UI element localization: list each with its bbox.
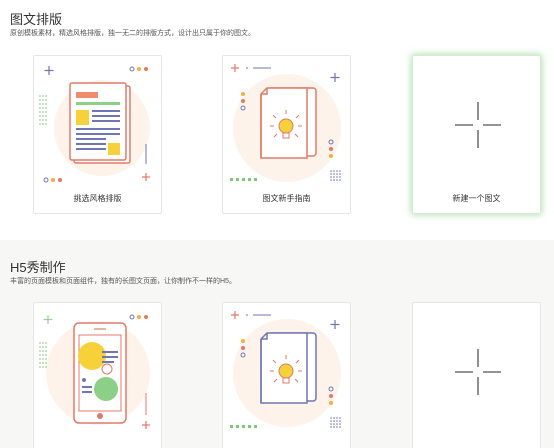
- guide-book-icon: [230, 64, 341, 182]
- beginner-guide-card[interactable]: 图文新手指南: [222, 55, 351, 214]
- plus-icon: [455, 349, 501, 395]
- new-h5-card[interactable]: [412, 302, 541, 448]
- phone-layout-icon: [39, 314, 150, 429]
- section-title: 图文排版: [10, 12, 63, 27]
- plus-icon: [455, 102, 501, 148]
- guide-book-icon: [230, 311, 341, 428]
- article-layout-icon: [39, 66, 150, 183]
- section-subtitle: 丰富的页面模板和页面组件，独有的长图文页面，让你制作不一样的H5。: [10, 278, 236, 285]
- choose-style-layout-card[interactable]: 挑选风格排版: [33, 55, 162, 214]
- h5-section: H5秀制作 丰富的页面模板和页面组件，独有的长图文页面，让你制作不一样的H5。: [0, 240, 554, 448]
- h5-template-card[interactable]: [33, 302, 162, 448]
- new-article-card[interactable]: 新建一个图文: [412, 55, 541, 214]
- card-label: 新建一个图文: [452, 194, 501, 203]
- section-title: H5秀制作: [10, 260, 66, 275]
- h5-guide-card[interactable]: [222, 302, 351, 448]
- card-label: 挑选风格排版: [73, 194, 122, 203]
- article-section: 图文排版 原创模板素材，精选风格排版，独一无二的排版方式，设计出只属于你的图文。: [0, 0, 554, 240]
- section-subtitle: 原创模板素材，精选风格排版，独一无二的排版方式，设计出只属于你的图文。: [10, 30, 255, 37]
- card-label: 图文新手指南: [262, 194, 311, 203]
